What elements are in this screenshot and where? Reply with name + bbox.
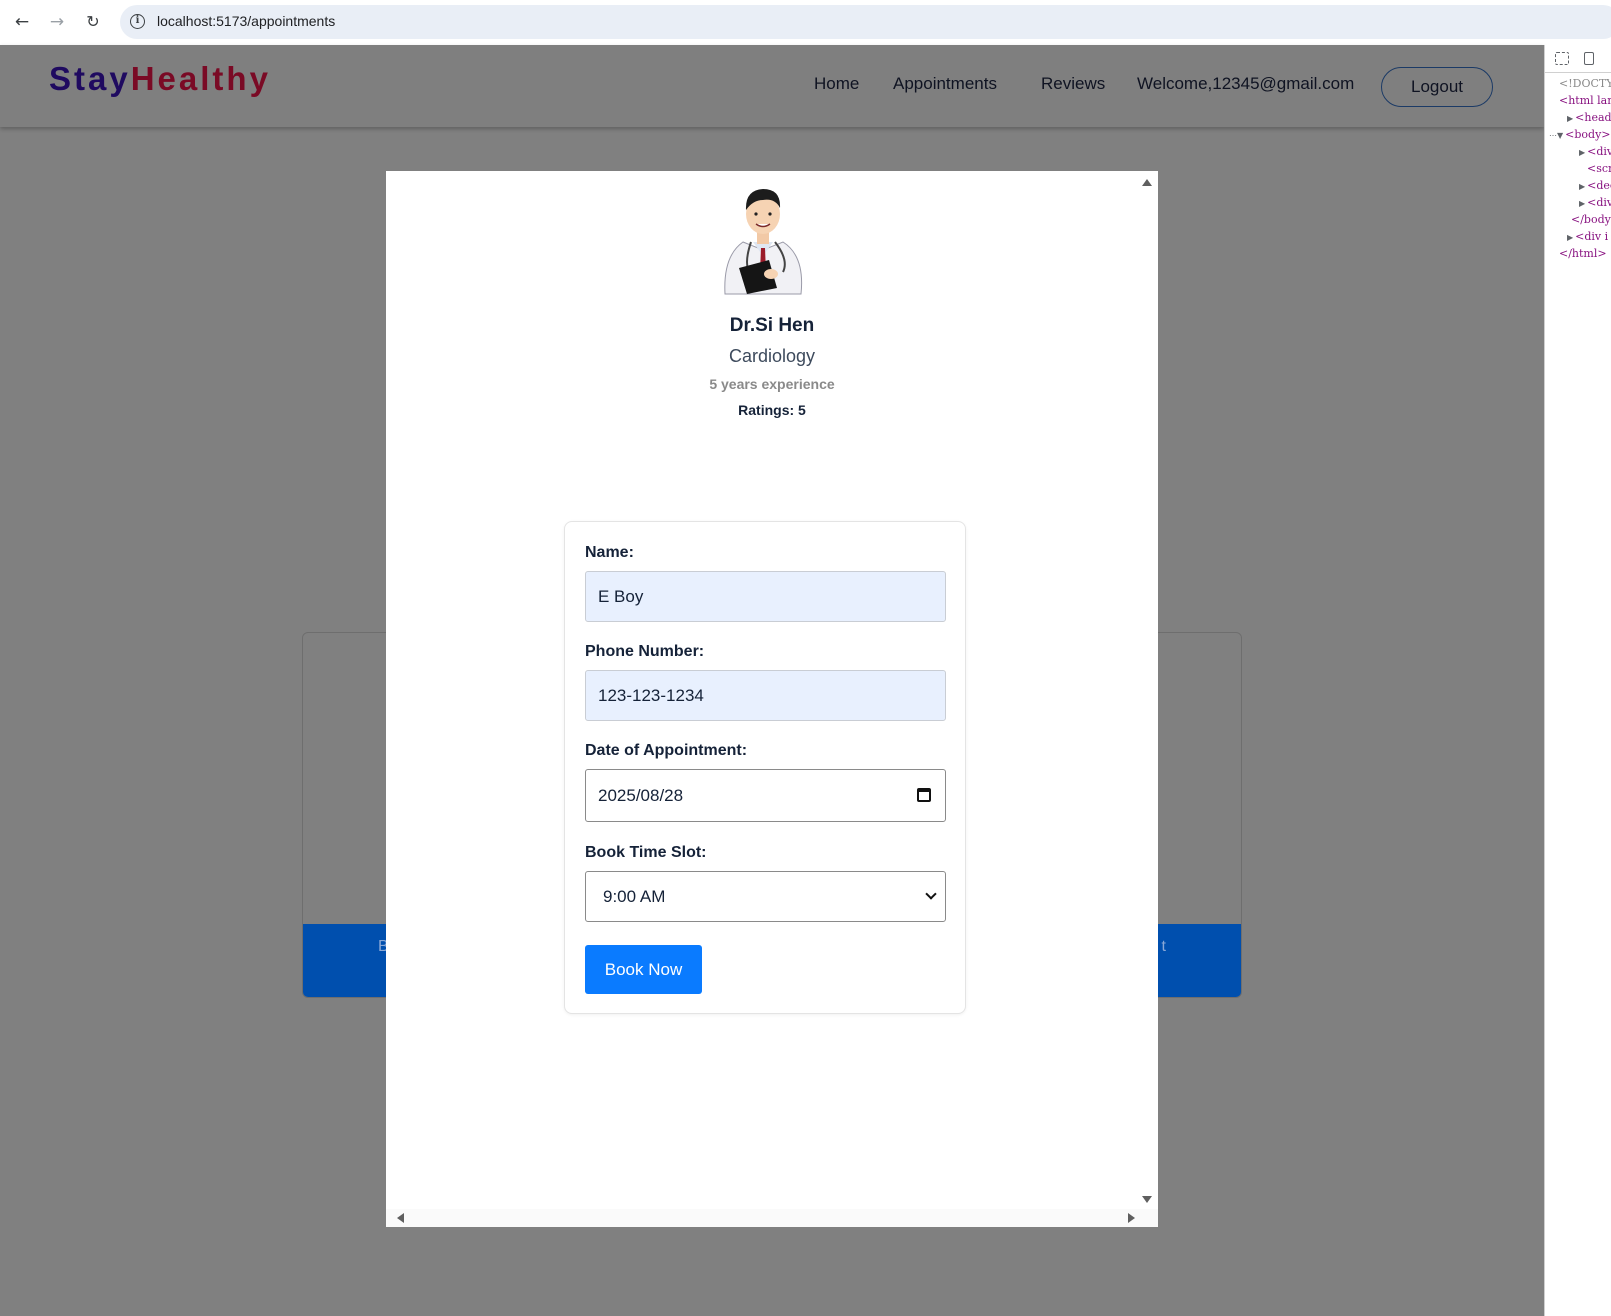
- expand-caret-icon[interactable]: ▶: [1579, 199, 1585, 208]
- background-card-button-label-right: t: [1161, 938, 1166, 955]
- browser-toolbar: ← → ↻ i localhost:5173/appointments: [0, 0, 1611, 45]
- devtools-node-label: <div: [1587, 145, 1611, 158]
- forward-arrow-icon[interactable]: →: [46, 11, 68, 33]
- phone-input[interactable]: 123-123-1234: [585, 670, 946, 721]
- expand-caret-icon[interactable]: ▶: [1567, 114, 1573, 123]
- time-slot-select[interactable]: 9:00 AM: [585, 871, 946, 922]
- devtools-node[interactable]: <html lan: [1559, 94, 1611, 107]
- devtools-node-label: <head>: [1575, 111, 1611, 124]
- expand-caret-icon[interactable]: ▶: [1579, 182, 1585, 191]
- date-value: 2025/08/28: [598, 786, 684, 805]
- logout-button[interactable]: Logout: [1381, 67, 1493, 107]
- back-arrow-icon[interactable]: ←: [11, 11, 33, 33]
- time-slot-value: 9:00 AM: [603, 887, 666, 906]
- date-input[interactable]: 2025/08/28: [585, 769, 946, 822]
- devtools-node-label: <div: [1587, 196, 1611, 209]
- nav-home-link[interactable]: Home: [814, 74, 859, 94]
- devtools-node[interactable]: <scri: [1587, 162, 1611, 175]
- date-label: Date of Appointment:: [585, 742, 748, 759]
- devtools-node[interactable]: <!DOCTYPE: [1559, 77, 1611, 90]
- doctor-name: Dr.Si Hen: [729, 315, 815, 336]
- logo-stay: Stay: [49, 60, 131, 97]
- phone-label: Phone Number:: [585, 643, 705, 660]
- expand-caret-icon[interactable]: ▶: [1567, 233, 1573, 242]
- expand-caret-icon[interactable]: ▶: [1579, 148, 1585, 157]
- horizontal-scrollbar[interactable]: [386, 1209, 1158, 1227]
- scroll-down-arrow-icon[interactable]: [1142, 1196, 1152, 1203]
- devtools-node[interactable]: ▶ <div: [1579, 145, 1611, 158]
- devtools-node-label: <div i: [1575, 230, 1609, 243]
- nav-appointments-link[interactable]: Appointments: [893, 74, 997, 94]
- appointment-modal: Dr.Si Hen Cardiology 5 years experience …: [386, 171, 1158, 1227]
- devtools-node-label: <dee: [1587, 179, 1611, 192]
- scroll-right-arrow-icon[interactable]: [1128, 1213, 1135, 1223]
- nav-reviews-link[interactable]: Reviews: [1041, 74, 1105, 94]
- logo[interactable]: StayHealthy: [49, 60, 271, 98]
- devtools-toolbar: [1545, 45, 1611, 73]
- inspect-element-icon[interactable]: [1555, 52, 1569, 65]
- devtools-panel: <!DOCTYPE <html lan ▶<head> ⋯▼<body> ▶<d…: [1544, 45, 1611, 1316]
- scroll-left-arrow-icon[interactable]: [397, 1213, 404, 1223]
- device-toolbar-icon[interactable]: [1584, 52, 1594, 65]
- doctor-ratings: Ratings: 5: [738, 402, 806, 418]
- name-label: Name:: [585, 544, 634, 561]
- calendar-icon[interactable]: [917, 788, 931, 802]
- chevron-down-icon: [925, 888, 937, 900]
- book-now-button[interactable]: Book Now: [585, 945, 702, 994]
- scroll-up-arrow-icon[interactable]: [1142, 179, 1152, 186]
- doctor-avatar: [724, 189, 803, 295]
- time-slot-label: Book Time Slot:: [585, 844, 707, 861]
- doctor-experience: 5 years experience: [709, 376, 835, 392]
- url-text[interactable]: localhost:5173/appointments: [157, 13, 335, 29]
- reload-icon[interactable]: ↻: [82, 11, 104, 33]
- address-bar[interactable]: i localhost:5173/appointments: [120, 5, 1611, 39]
- site-info-icon[interactable]: i: [130, 14, 145, 29]
- devtools-node[interactable]: </body>: [1571, 213, 1611, 226]
- logo-healthy: Healthy: [130, 60, 271, 97]
- doctor-speciality: Cardiology: [728, 346, 816, 366]
- devtools-node-label: <body>: [1565, 128, 1611, 141]
- welcome-user-text: Welcome,12345@gmail.com: [1137, 74, 1355, 93]
- devtools-node[interactable]: ▶ <div: [1579, 196, 1611, 209]
- devtools-node[interactable]: ▶ <div i: [1567, 230, 1608, 243]
- devtools-node[interactable]: ▶<head>: [1567, 111, 1611, 124]
- appointment-form: Name: E Boy Phone Number: 123-123-1234 D…: [564, 521, 966, 1014]
- app-header: StayHealthy Home Appointments Reviews We…: [0, 45, 1544, 127]
- devtools-node[interactable]: ▶<dee: [1579, 179, 1611, 192]
- name-input[interactable]: E Boy: [585, 571, 946, 622]
- devtools-node[interactable]: </html>: [1559, 247, 1607, 260]
- more-dots-icon[interactable]: ⋯▼: [1549, 131, 1563, 140]
- devtools-node[interactable]: ⋯▼ <body>: [1549, 128, 1611, 141]
